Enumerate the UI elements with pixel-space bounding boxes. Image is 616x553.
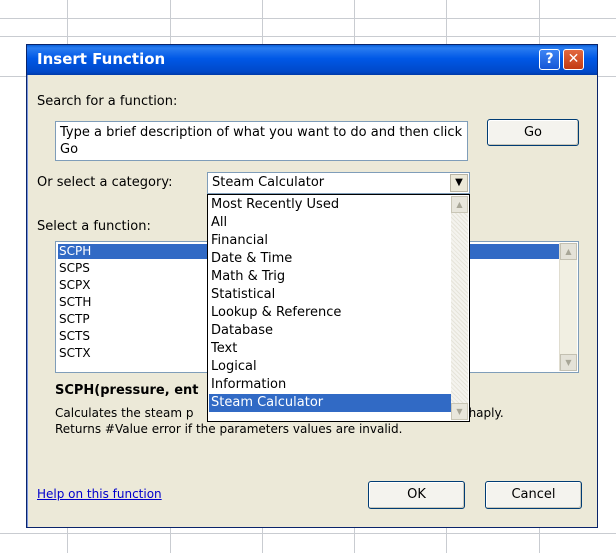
category-option[interactable]: Statistical <box>209 286 451 304</box>
help-on-function-link[interactable]: Help on this function <box>37 487 162 501</box>
category-option[interactable]: Math & Trig <box>209 268 451 286</box>
category-option[interactable]: Most Recently Used <box>209 196 451 214</box>
category-option[interactable]: All <box>209 214 451 232</box>
search-input[interactable]: Type a brief description of what you wan… <box>55 121 468 161</box>
close-button[interactable]: ✕ <box>563 49 584 70</box>
cancel-button[interactable]: Cancel <box>485 481 582 509</box>
go-button[interactable]: Go <box>487 119 579 146</box>
category-label: Or select a category: <box>37 175 173 190</box>
scroll-down-icon[interactable]: ▼ <box>560 354 577 371</box>
category-option[interactable]: Text <box>209 340 451 358</box>
category-option-selected[interactable]: Steam Calculator <box>209 394 451 412</box>
ok-button[interactable]: OK <box>368 481 465 509</box>
insert-function-dialog: Insert Function ? ✕ Search for a functio… <box>26 44 598 528</box>
function-list-label: Select a function: <box>37 219 151 234</box>
description-line-1-start: Calculates the steam p <box>55 406 194 420</box>
function-item-scts[interactable]: SCTS <box>58 329 90 344</box>
function-item-scth[interactable]: SCTH <box>58 295 91 310</box>
help-button[interactable]: ? <box>539 49 560 70</box>
scroll-up-icon[interactable]: ▲ <box>451 196 468 213</box>
grid-line <box>0 18 616 19</box>
function-item-scpx[interactable]: SCPX <box>58 278 90 293</box>
function-signature: SCPH(pressure, ent <box>55 383 199 398</box>
function-item-sctx[interactable]: SCTX <box>58 346 91 361</box>
category-option[interactable]: Information <box>209 376 451 394</box>
scroll-down-icon[interactable]: ▼ <box>451 403 468 420</box>
category-option[interactable]: Date & Time <box>209 250 451 268</box>
category-option[interactable]: Database <box>209 322 451 340</box>
category-select[interactable]: Steam Calculator ▼ <box>207 172 470 194</box>
search-label: Search for a function: <box>37 94 178 109</box>
category-option[interactable]: Financial <box>209 232 451 250</box>
title-bar[interactable]: Insert Function ? ✕ <box>27 45 597 75</box>
category-dropdown-scrollbar[interactable]: ▲ ▼ <box>451 196 468 420</box>
function-item-sctp[interactable]: SCTP <box>58 312 90 327</box>
scroll-up-icon[interactable]: ▲ <box>560 243 577 260</box>
category-option[interactable]: Lookup & Reference <box>209 304 451 322</box>
grid-line <box>0 533 616 534</box>
grid-line <box>0 36 616 37</box>
chevron-down-icon[interactable]: ▼ <box>450 174 468 192</box>
dialog-title: Insert Function <box>37 50 166 68</box>
category-selected-value: Steam Calculator <box>212 175 325 190</box>
category-dropdown-list[interactable]: Most Recently Used All Financial Date & … <box>207 194 470 422</box>
description-line-2: Returns #Value error if the parameters v… <box>55 422 403 436</box>
function-item-scps[interactable]: SCPS <box>58 261 90 276</box>
category-option[interactable]: Logical <box>209 358 451 376</box>
function-list-scrollbar[interactable]: ▲ ▼ <box>559 243 577 371</box>
